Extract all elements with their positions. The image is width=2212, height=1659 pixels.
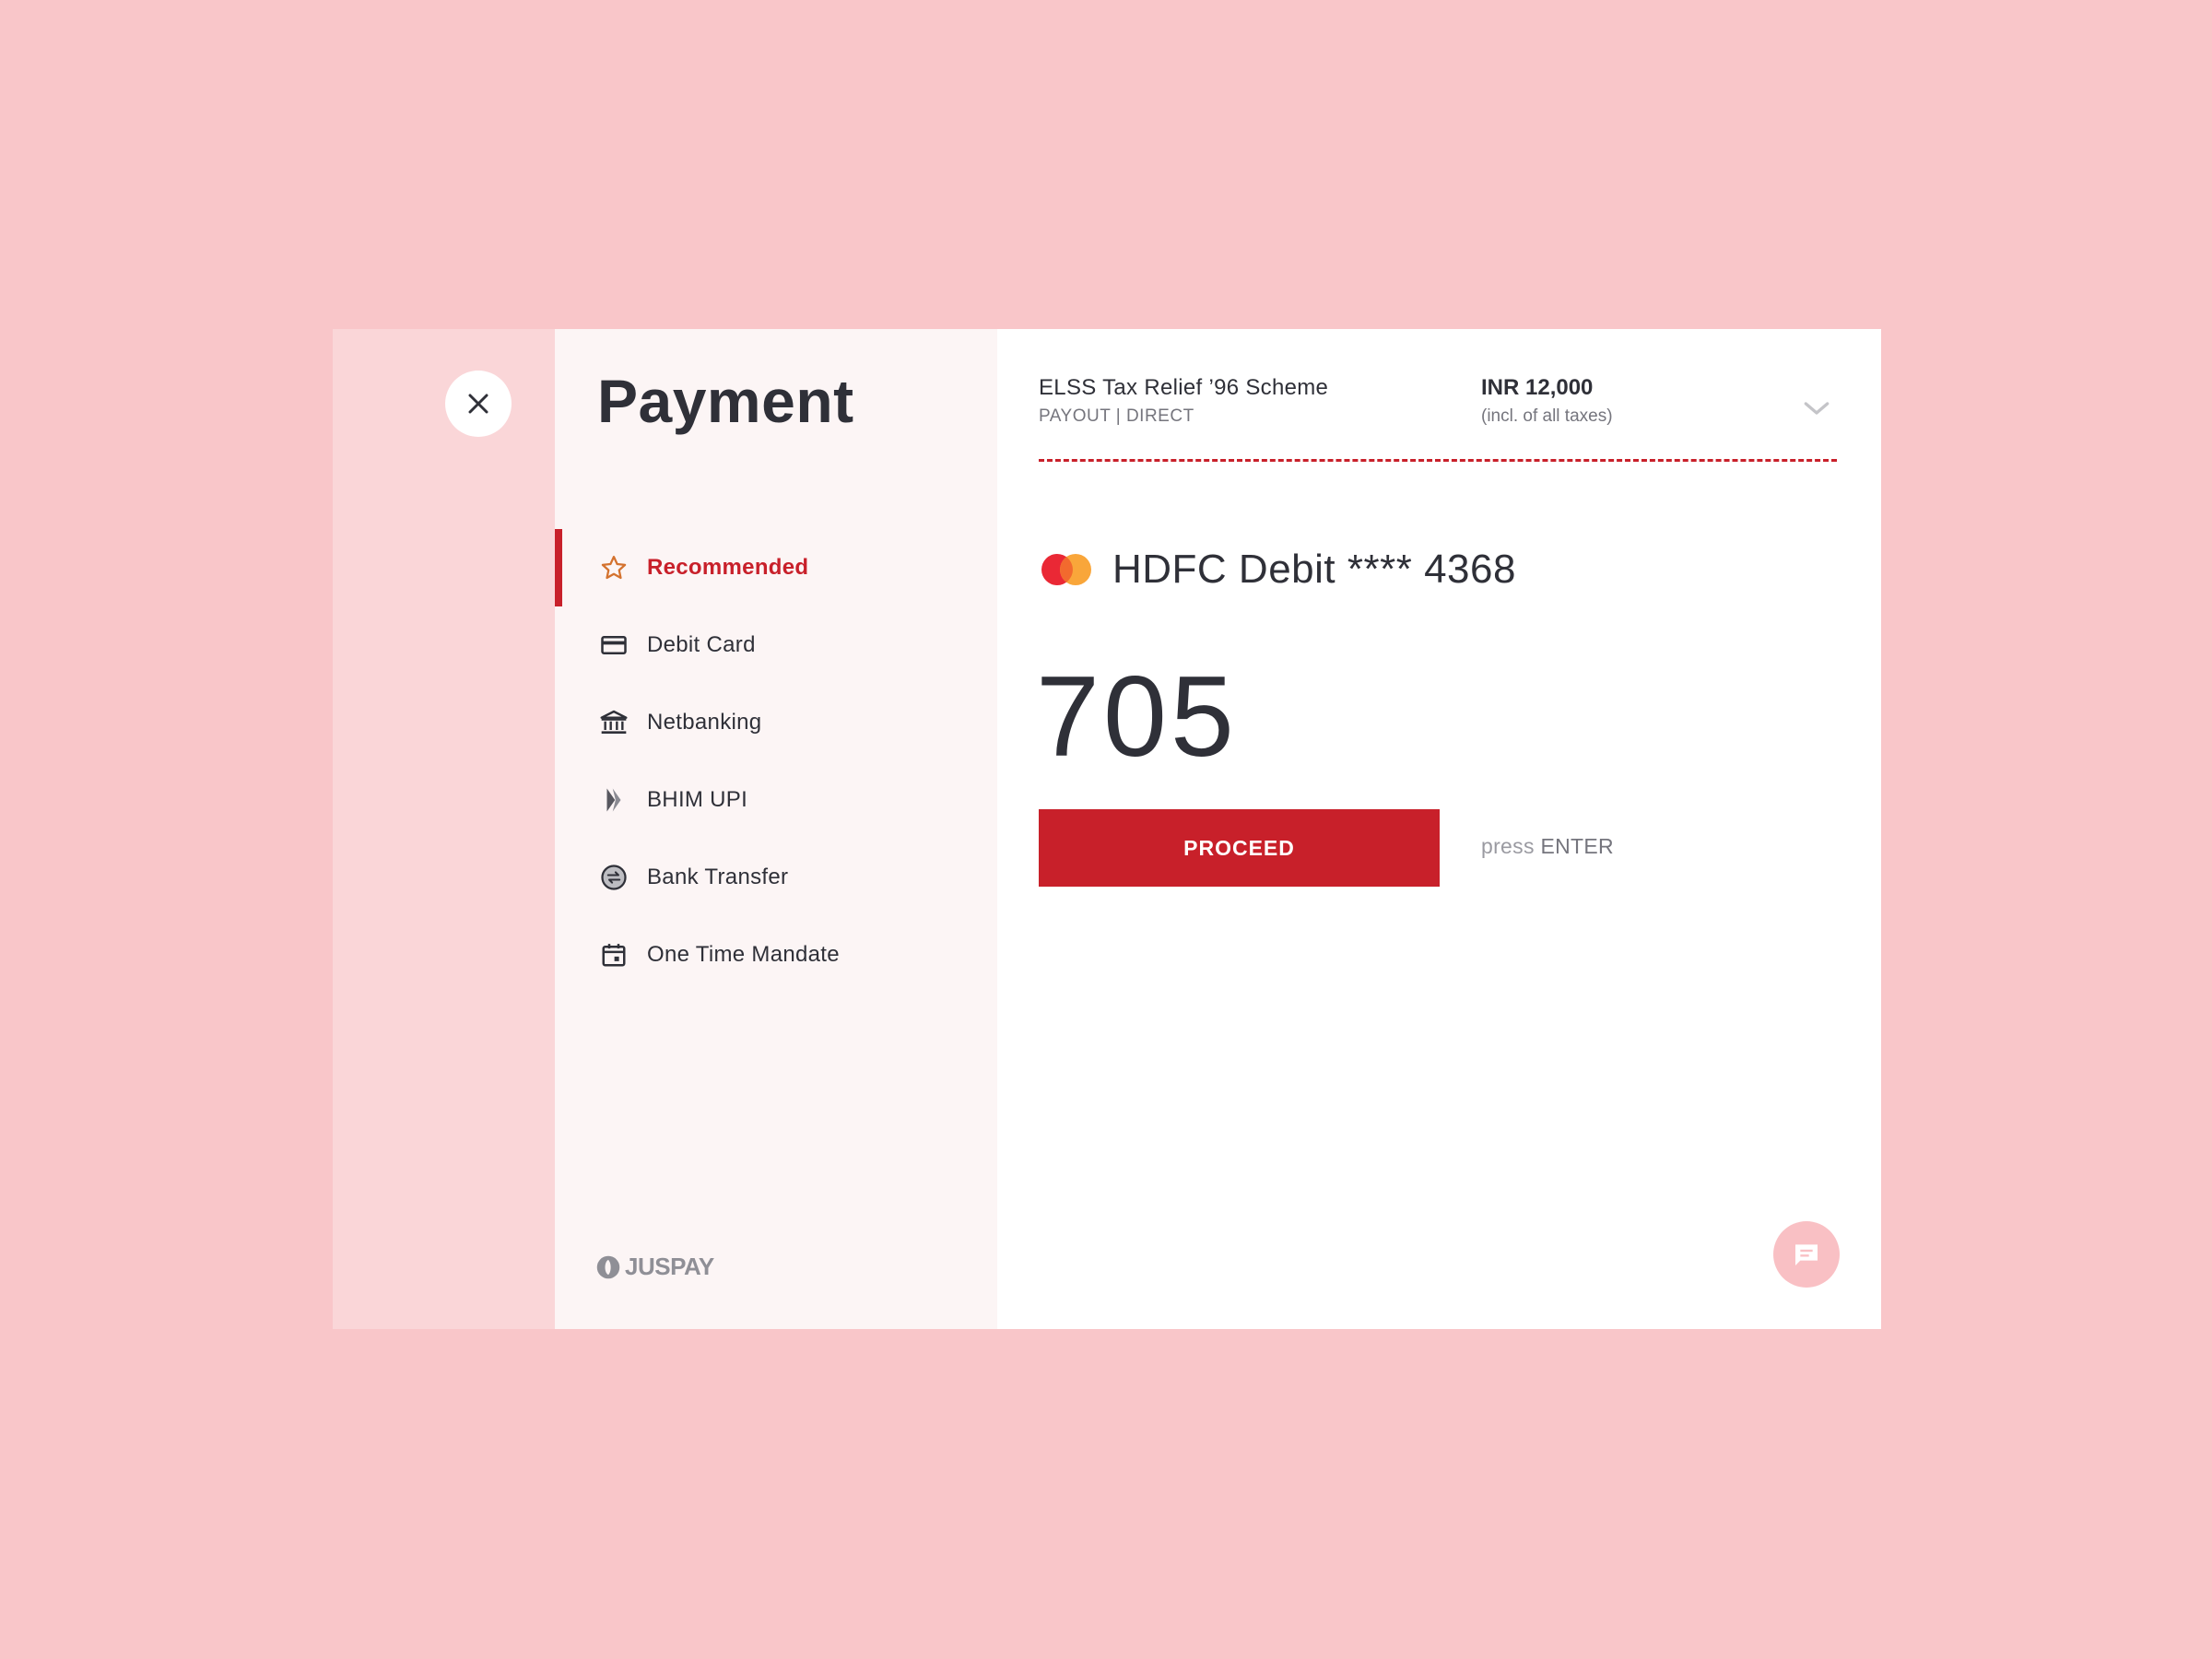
calendar-icon [595,936,632,973]
card-icon [595,627,632,664]
hint-prefix: press [1481,834,1541,858]
sidebar-item-label: BHIM UPI [647,787,748,812]
scheme-name: ELSS Tax Relief ’96 Scheme [1039,375,1329,400]
brand-name: JUSPAY [625,1253,714,1280]
mastercard-icon [1041,554,1091,585]
sidebar-item-debit-card[interactable]: Debit Card [555,606,997,684]
amount-note: (incl. of all taxes) [1481,406,1613,426]
juspay-logo-icon [596,1255,620,1278]
summary-divider [1039,459,1837,462]
chat-icon [1795,1244,1818,1265]
sidebar-item-label: Bank Transfer [647,865,789,889]
sidebar-item-bhim-upi[interactable]: BHIM UPI [555,761,997,839]
left-rail [333,329,555,1329]
payment-methods-menu: Recommended Debit Card Netbanking BHIM U… [555,529,997,994]
sidebar-item-recommended[interactable]: Recommended [555,529,997,606]
transfer-icon [595,859,632,896]
close-button[interactable] [445,371,512,437]
chevron-down-icon[interactable] [1798,390,1835,427]
scheme-subtitle: PAYOUT | DIRECT [1039,406,1194,426]
cvv-input[interactable] [1036,652,1405,782]
order-summary[interactable]: ELSS Tax Relief ’96 Scheme PAYOUT | DIRE… [1039,375,1835,467]
sidebar-item-label: Netbanking [647,710,762,735]
sidebar-item-one-time-mandate[interactable]: One Time Mandate [555,916,997,994]
sidebar-item-label: One Time Mandate [647,942,840,967]
payment-modal: Payment Recommended Debit Card Netbankin… [333,329,1881,1329]
page-title: Payment [597,367,854,435]
keyboard-hint: press ENTER [1481,834,1614,859]
bank-icon [595,704,632,741]
selected-card: HDFC Debit **** 4368 [1039,547,1516,593]
juspay-logo: JUSPAY [595,1253,714,1281]
sidebar-item-netbanking[interactable]: Netbanking [555,684,997,761]
payment-main-panel: ELSS Tax Relief ’96 Scheme PAYOUT | DIRE… [997,329,1881,1329]
close-icon [468,394,488,414]
hint-key: ENTER [1540,834,1614,858]
sidebar-item-label: Recommended [647,555,809,580]
sidebar-item-bank-transfer[interactable]: Bank Transfer [555,839,997,916]
sidebar-item-label: Debit Card [647,632,756,657]
chat-button[interactable] [1773,1221,1840,1288]
active-indicator [555,529,562,606]
proceed-button[interactable]: PROCEED [1039,809,1440,887]
order-amount: INR 12,000 [1481,375,1594,400]
upi-icon [595,782,632,818]
payment-methods-sidebar: Payment Recommended Debit Card Netbankin… [555,329,997,1329]
star-icon [595,549,632,586]
card-label: HDFC Debit **** 4368 [1112,547,1516,592]
